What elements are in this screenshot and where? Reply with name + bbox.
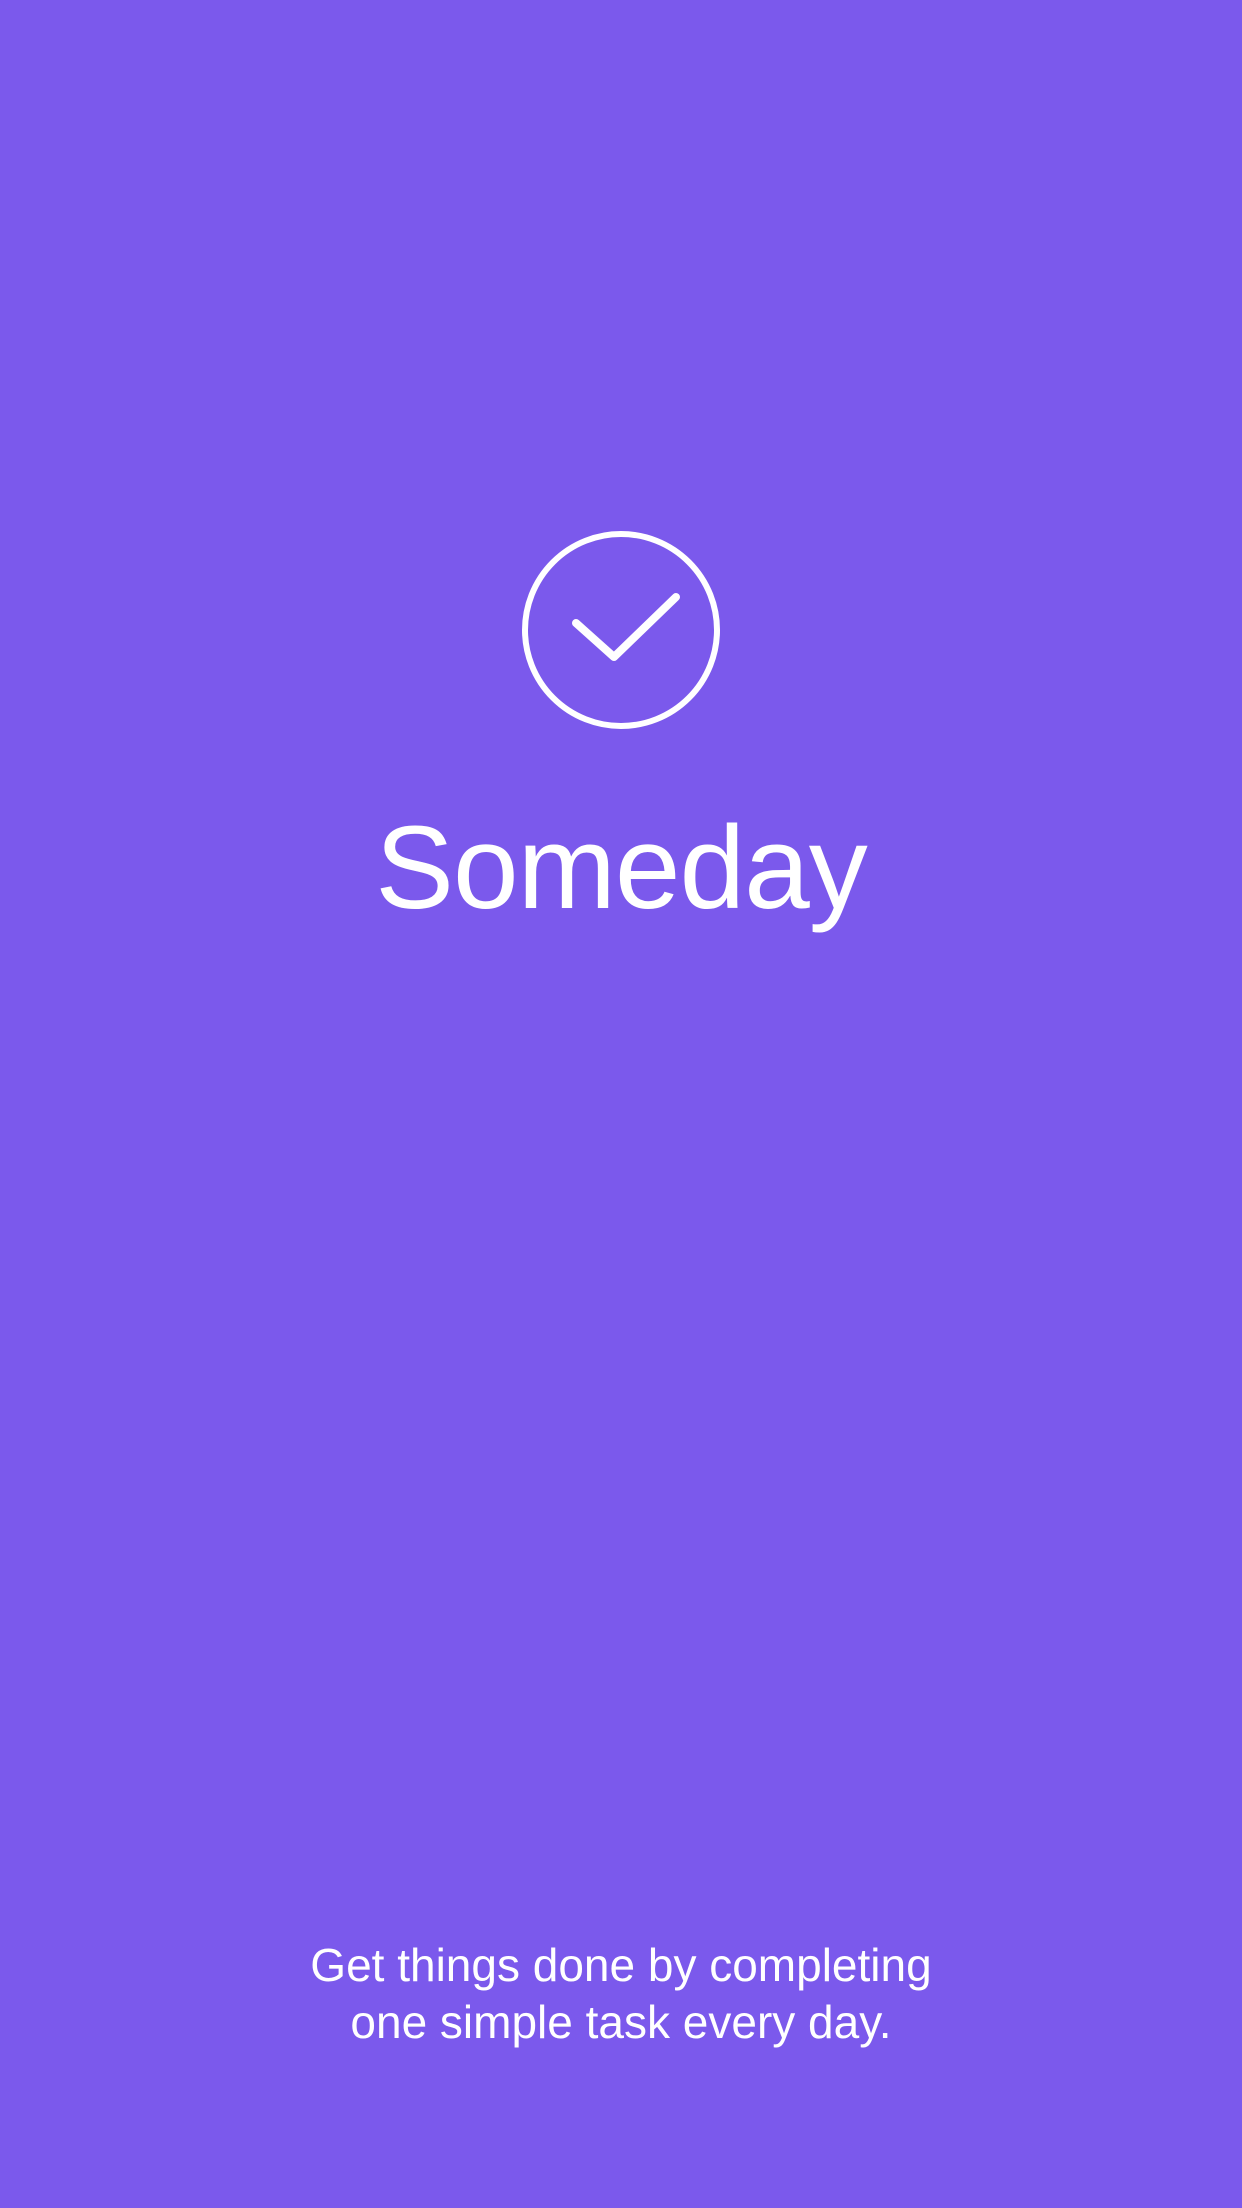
app-tagline: Get things done by completing one simple…	[0, 1937, 1242, 2051]
splash-screen: Someday Get things done by completing on…	[0, 0, 1242, 2208]
tagline-line-1: Get things done by completing	[310, 1939, 932, 1991]
tagline-line-2: one simple task every day.	[350, 1996, 892, 2048]
checkmark-circle-icon	[521, 530, 721, 730]
app-title: Someday	[375, 802, 868, 934]
